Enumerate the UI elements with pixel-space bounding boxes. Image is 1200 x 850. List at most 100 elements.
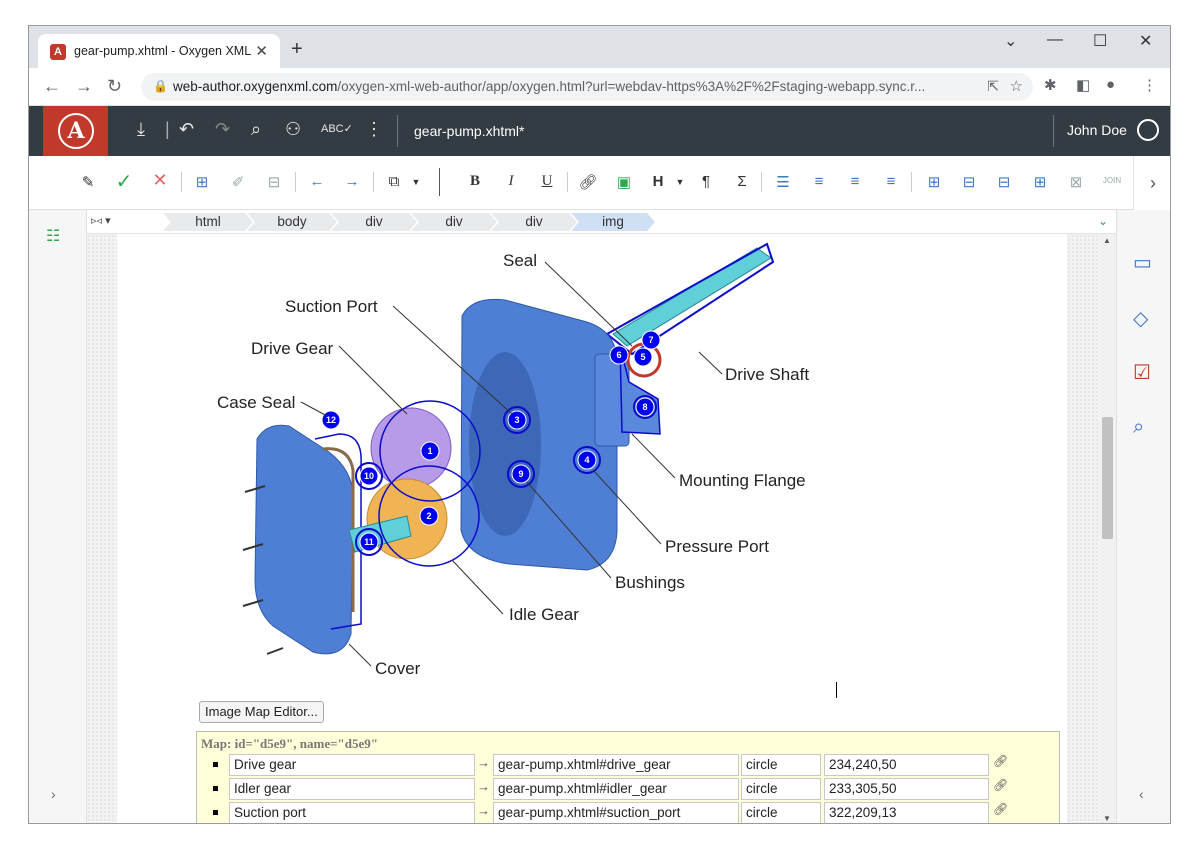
heading-dropdown-icon[interactable]: ▼ xyxy=(669,177,691,187)
expand-right-panel-icon[interactable]: ‹ xyxy=(1139,786,1144,802)
hotspot-marker[interactable]: 12 xyxy=(321,410,341,430)
insert-list-item-icon[interactable]: ☰ xyxy=(772,173,794,191)
download-icon[interactable]: ⤓ xyxy=(137,119,145,140)
scrollbar-thumb[interactable] xyxy=(1102,417,1113,539)
area-label-field[interactable]: Drive gear xyxy=(229,754,475,776)
image-map-editor-button[interactable]: Image Map Editor... xyxy=(199,701,324,723)
hotspot-marker[interactable]: 6 xyxy=(609,345,629,365)
outline-view-icon[interactable]: ☷ xyxy=(46,226,60,246)
hotspot-marker[interactable]: 1 xyxy=(420,441,440,461)
spell-check-icon[interactable]: ABC✓ xyxy=(321,122,353,135)
unordered-list-icon[interactable]: ≡ xyxy=(844,173,866,190)
hotspot-marker[interactable]: 10 xyxy=(359,466,379,486)
heading-icon[interactable]: H xyxy=(647,173,669,190)
insert-table-icon[interactable]: ⊞ xyxy=(923,173,945,191)
area-shape-field[interactable]: circle xyxy=(741,778,821,800)
expand-left-panel-icon[interactable]: › xyxy=(51,786,56,802)
area-coords-field[interactable]: 234,240,50 xyxy=(824,754,989,776)
breadcrumb-item-div[interactable]: div xyxy=(491,213,577,231)
hotspot-marker[interactable]: 4 xyxy=(577,450,597,470)
hotspot-marker[interactable]: 7 xyxy=(641,330,661,350)
undo-icon[interactable]: ↶ xyxy=(179,119,194,140)
user-avatar-icon[interactable] xyxy=(1137,119,1159,141)
area-label-field[interactable]: Idler gear xyxy=(229,778,475,800)
scroll-up-icon[interactable]: ▲ xyxy=(1103,236,1111,245)
area-href-field[interactable]: gear-pump.xhtml#idler_gear xyxy=(493,778,739,800)
reload-icon[interactable]: ↻ xyxy=(107,76,122,97)
more-actions-icon[interactable]: ⋮ xyxy=(365,119,383,140)
close-window-button[interactable]: ✕ xyxy=(1139,31,1152,51)
area-shape-field[interactable]: circle xyxy=(741,802,821,823)
area-coords-field[interactable]: 322,209,13 xyxy=(824,802,989,823)
tab-search-icon[interactable]: ⌄ xyxy=(1004,31,1017,51)
redo-icon[interactable]: ↷ xyxy=(215,119,230,140)
edit-attributes-icon[interactable]: ✎ xyxy=(77,173,99,191)
review-users-icon[interactable]: ⚇ xyxy=(285,119,301,140)
breadcrumb-item-div[interactable]: div xyxy=(411,213,497,231)
chrome-menu-icon[interactable]: ⋮ xyxy=(1142,76,1157,94)
breadcrumb-item-body[interactable]: body xyxy=(247,213,337,231)
find-replace-icon[interactable]: ⌕ xyxy=(1133,416,1144,439)
italic-icon[interactable]: I xyxy=(500,173,522,190)
insert-row-above-icon[interactable]: ⊟ xyxy=(993,173,1015,191)
maximize-button[interactable]: ☐ xyxy=(1093,31,1107,51)
paste-dropdown-icon[interactable]: ▼ xyxy=(405,177,427,187)
area-href-field[interactable]: gear-pump.xhtml#drive_gear xyxy=(493,754,739,776)
bookmark-star-icon[interactable]: ☆ xyxy=(1010,77,1023,95)
find-icon[interactable]: ⌕ xyxy=(251,119,261,140)
breadcrumb-menu-icon[interactable]: ▹◃ ▾ xyxy=(91,214,111,227)
attributes-tag-icon[interactable]: ◇ xyxy=(1133,306,1148,331)
editor-scrollbar[interactable]: ▲ ▼ xyxy=(1099,234,1116,823)
insert-image-icon[interactable]: ▣ xyxy=(613,173,635,191)
side-panel-icon[interactable]: ◧ xyxy=(1076,76,1090,94)
accept-change-icon[interactable]: ✓ xyxy=(113,169,135,194)
share-icon[interactable]: ⇱ xyxy=(987,78,999,95)
breadcrumb-item-html[interactable]: html xyxy=(163,213,253,231)
previous-change-icon[interactable]: ← xyxy=(306,173,328,190)
edit-comment-icon[interactable]: ✐ xyxy=(227,173,249,191)
area-coords-field[interactable]: 233,305,50 xyxy=(824,778,989,800)
back-icon[interactable]: ← xyxy=(43,76,61,97)
definition-list-icon[interactable]: ≡ xyxy=(880,173,902,190)
forward-icon[interactable]: → xyxy=(75,76,93,97)
remove-comment-icon[interactable]: ⊟ xyxy=(263,173,285,191)
link-icon[interactable]: 🔗︎ xyxy=(993,778,1008,792)
paragraph-icon[interactable]: ¶ xyxy=(695,173,717,190)
browser-tab[interactable]: A gear-pump.xhtml - Oxygen XML ✕ xyxy=(38,34,280,68)
link-icon[interactable]: 🔗︎ xyxy=(993,802,1008,816)
validation-icon[interactable]: ☑ xyxy=(1133,360,1151,385)
hotspot-marker[interactable]: 8 xyxy=(635,397,655,417)
bold-icon[interactable]: B xyxy=(464,173,486,190)
oxygen-logo[interactable]: A xyxy=(43,106,108,156)
breadcrumb-expand-icon[interactable]: ⌄ xyxy=(1098,214,1108,228)
area-href-field[interactable]: gear-pump.xhtml#suction_port xyxy=(493,802,739,823)
link-icon[interactable]: 🔗︎ xyxy=(993,754,1008,768)
paste-icon[interactable]: ⧉ xyxy=(383,173,405,190)
area-label-field[interactable]: Suction port xyxy=(229,802,475,823)
insert-column-icon[interactable]: ⊞ xyxy=(1029,173,1051,191)
address-bar[interactable]: 🔒 web-author.oxygenxml.com/oxygen-xml-we… xyxy=(141,73,1033,101)
underline-icon[interactable]: U xyxy=(536,173,558,190)
gear-pump-image-map[interactable]: 1 2 3 4 5 6 7 8 9 10 11 12 Seal Suction … xyxy=(117,234,1067,694)
document-page[interactable]: 1 2 3 4 5 6 7 8 9 10 11 12 Seal Suction … xyxy=(117,234,1067,823)
breadcrumb-item-div[interactable]: div xyxy=(331,213,417,231)
reject-change-icon[interactable]: ✕ xyxy=(149,170,171,191)
user-name[interactable]: John Doe xyxy=(1067,122,1127,138)
math-sigma-icon[interactable]: Σ xyxy=(731,173,753,190)
hotspot-marker[interactable]: 5 xyxy=(633,347,653,367)
hotspot-marker[interactable]: 2 xyxy=(419,506,439,526)
comments-icon[interactable]: ▭ xyxy=(1133,250,1152,275)
area-shape-field[interactable]: circle xyxy=(741,754,821,776)
toolbar-more-chevron-icon[interactable]: › xyxy=(1133,156,1170,210)
delete-row-icon[interactable]: ⊠ xyxy=(1065,173,1087,191)
new-tab-button[interactable]: + xyxy=(291,38,303,61)
ordered-list-icon[interactable]: ≡ xyxy=(808,173,830,190)
profile-icon[interactable]: ● xyxy=(1106,76,1115,93)
tab-close-icon[interactable]: ✕ xyxy=(255,42,268,60)
breadcrumb-item-img[interactable]: img xyxy=(571,213,655,231)
next-change-icon[interactable]: → xyxy=(341,173,363,190)
join-cells-icon[interactable]: JOIN xyxy=(1101,176,1123,185)
insert-row-below-icon[interactable]: ⊟ xyxy=(958,173,980,191)
hotspot-marker[interactable]: 3 xyxy=(507,410,527,430)
hotspot-marker[interactable]: 11 xyxy=(359,532,379,552)
